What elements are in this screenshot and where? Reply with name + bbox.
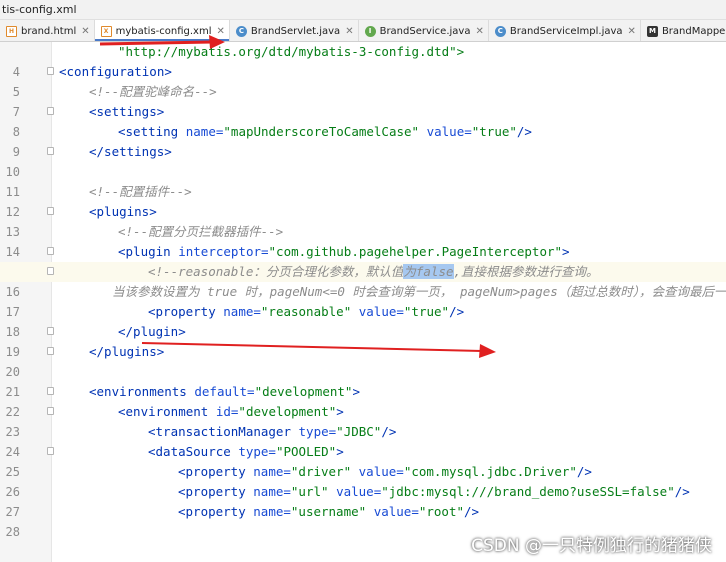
annotation-arrows xyxy=(99,35,496,358)
arrow-to-property-line xyxy=(141,342,496,358)
watermark-text: CSDN @一只特例独行的猪猪侠 xyxy=(471,536,712,556)
arrow-to-active-tab xyxy=(99,35,225,49)
